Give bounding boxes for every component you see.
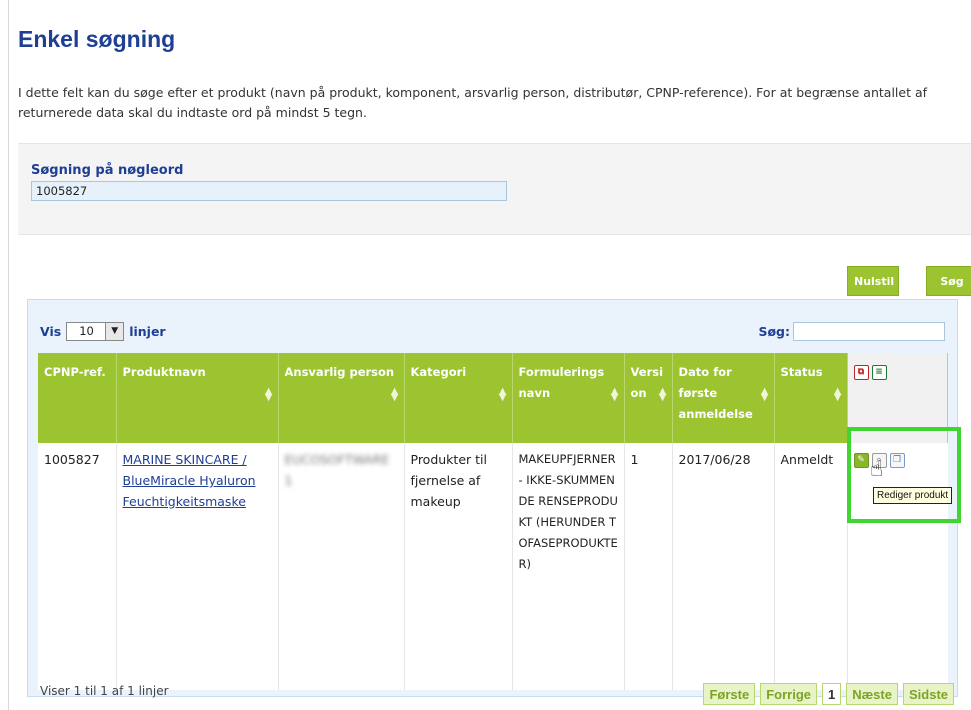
hand-cursor-icon: ☝ xyxy=(870,457,884,482)
cell-category: Produkter til fjernelse af makeup xyxy=(404,443,513,690)
sort-icon: ▲ ▼ xyxy=(390,386,399,403)
responsible-person-redacted: EUCOSOFTWARE 1 xyxy=(284,452,390,488)
cell-responsible-person: EUCOSOFTWARE 1 xyxy=(278,443,405,690)
page-title: Enkel søgning xyxy=(18,26,176,52)
page-length-control: Vis 10 ▼ linjer xyxy=(40,322,166,341)
column-header-date[interactable]: Dato for første anmeldelse ▲ ▼ xyxy=(672,353,775,443)
pagination-previous[interactable]: Forrige xyxy=(760,683,817,705)
results-table: CPNP-ref. Produktnavn ▲ ▼ Ansvarlig person… xyxy=(38,353,948,690)
sort-icon: ▲ ▼ xyxy=(760,386,769,403)
page-length-value: 10 xyxy=(79,324,94,338)
keyword-search-panel: Søgning på nøgleord xyxy=(18,143,971,235)
cell-status: Anmeldt xyxy=(774,443,848,690)
show-label: Vis xyxy=(40,324,62,339)
pagination: Første Forrige 1 Næste Sidste xyxy=(703,683,954,705)
pdf-icon[interactable]: ⧉ xyxy=(853,365,869,380)
action-highlight-box xyxy=(847,427,961,523)
column-header-responsible-person[interactable]: Ansvarlig person ▲ ▼ xyxy=(278,353,405,443)
cell-product-name: MARINE SKINCARE / BlueMiracle Hyaluron F… xyxy=(116,443,279,690)
reset-button[interactable]: Nulstil xyxy=(847,266,899,296)
pagination-last[interactable]: Sidste xyxy=(902,683,954,705)
filter-label: Søg: xyxy=(758,324,790,339)
sort-icon: ▲ ▼ xyxy=(610,386,619,403)
excel-icon[interactable]: ≡ xyxy=(871,365,887,380)
column-header-product-name[interactable]: Produktnavn ▲ ▼ xyxy=(116,353,279,443)
column-header-status[interactable]: Status ▲ ▼ xyxy=(774,353,848,443)
pagination-next[interactable]: Næste xyxy=(846,683,898,705)
chevron-down-icon[interactable]: ▼ xyxy=(105,323,124,340)
pagination-current-page[interactable]: 1 xyxy=(822,683,842,705)
table-filter: Søg: xyxy=(758,322,945,341)
pagination-first[interactable]: Første xyxy=(703,683,756,705)
column-header-version[interactable]: Versi on ▲ ▼ xyxy=(624,353,673,443)
edit-product-tooltip: Rediger produkt xyxy=(873,487,953,504)
cell-date: 2017/06/28 xyxy=(672,443,775,690)
table-row: 1005827 MARINE SKINCARE / BlueMiracle Hy… xyxy=(38,443,947,690)
column-header-cpnp[interactable]: CPNP-ref. xyxy=(38,353,117,443)
column-header-formulation[interactable]: Formulerings navn ▲ ▼ xyxy=(512,353,625,443)
sort-icon: ▲ ▼ xyxy=(498,386,507,403)
intro-text: I dette felt kan du søge efter et produk… xyxy=(18,85,928,120)
lines-label: linjer xyxy=(129,324,166,339)
sort-icon: ▲ ▼ xyxy=(658,386,667,403)
cell-cpnp: 1005827 xyxy=(38,443,117,690)
search-label: Søgning på nøgleord xyxy=(31,163,184,178)
results-info: Viser 1 til 1 af 1 linjer xyxy=(40,684,169,698)
product-link[interactable]: MARINE SKINCARE / BlueMiracle Hyaluron F… xyxy=(123,452,256,509)
keyword-search-input[interactable] xyxy=(31,181,507,201)
results-panel: Vis 10 ▼ linjer Søg: CPNP-ref. Produktna… xyxy=(27,299,958,697)
cell-version: 1 xyxy=(624,443,673,690)
sort-icon: ▲ ▼ xyxy=(833,386,842,403)
table-filter-input[interactable] xyxy=(793,322,945,341)
sort-icon: ▲ ▼ xyxy=(264,386,273,403)
search-button[interactable]: Søg xyxy=(926,266,971,296)
cell-formulation: MAKEUPFJERNER - IKKE-SKUMMENDE RENSEPROD… xyxy=(512,443,625,690)
page-length-select[interactable]: 10 ▼ xyxy=(66,322,125,341)
table-header-row: CPNP-ref. Produktnavn ▲ ▼ Ansvarlig person… xyxy=(38,353,948,443)
page-border xyxy=(8,0,9,710)
column-header-category[interactable]: Kategori ▲ ▼ xyxy=(404,353,513,443)
